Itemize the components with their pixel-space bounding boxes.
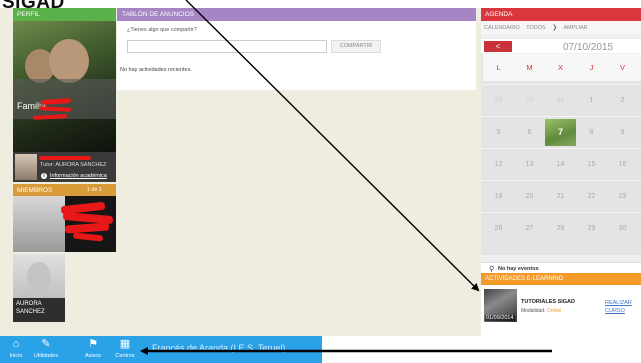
bulletin-header: TABLÓN DE ANUNCIOS (117, 8, 476, 21)
calendar-day-today[interactable]: 7 (545, 119, 576, 146)
calendar-row-divider (481, 84, 641, 85)
calendar-day[interactable]: 27 (514, 215, 545, 242)
calendar-day[interactable]: 9 (607, 119, 638, 146)
redaction-mark (39, 156, 91, 160)
member-name: AURORA SANCHEZ (13, 298, 65, 322)
nav-item-inicio[interactable]: ⌂ Inicio (2, 336, 30, 363)
calendar-day[interactable]: 8 (576, 119, 607, 146)
course-title: TUTORIALES SIGAD (521, 299, 575, 305)
member-photo[interactable] (13, 196, 65, 252)
link-line: REALIZAR (605, 300, 632, 306)
members-panel: MIEMBROS 1 de 1 (13, 184, 116, 252)
school-name: Francés de Aranda (I.E.S. Teruel) (152, 343, 286, 353)
share-input[interactable] (127, 40, 327, 53)
weekday-header: M (514, 54, 545, 81)
no-events-text: No hay eventos (498, 266, 539, 272)
calendar-day[interactable]: 29 (576, 215, 607, 242)
home-icon: ⌂ (12, 338, 20, 350)
course-date: 01/09/2014 (485, 315, 515, 321)
calendar-grid: LMXJVS2829301235678910121314151617192021… (481, 54, 641, 255)
redaction-mark (32, 114, 68, 120)
nav-item-utilidades[interactable]: ✎ Utilidades (31, 336, 61, 363)
calendar-day[interactable]: 21 (545, 183, 576, 210)
calendar-tab[interactable]: CALENDARIO (484, 25, 520, 31)
agenda-toolbar: CALENDARIO TODOS ❯ AMPLIAR (481, 21, 641, 34)
nav-item-centros[interactable]: ▦ Centros (110, 336, 140, 363)
modality-label: Modalidad: (521, 308, 546, 314)
photo-figure (49, 39, 89, 83)
app-logo-text: SIGAD (2, 0, 65, 8)
calendar-day[interactable]: 30 (545, 87, 576, 114)
nav-label: Avisos (84, 353, 102, 359)
weekday-header: X (545, 54, 576, 81)
calendar-day[interactable]: 19 (483, 183, 514, 210)
profile-header: PERFIL (13, 8, 116, 21)
filter-select[interactable]: TODOS (526, 25, 545, 31)
agenda-header: AGENDA (481, 8, 641, 21)
calendar-date: 07/10/2015 (563, 42, 614, 53)
calendar-day[interactable]: 28 (545, 215, 576, 242)
share-button[interactable]: COMPARTIR (331, 40, 381, 53)
members-count: 1 de 1 (86, 187, 102, 193)
tutor-avatar[interactable] (15, 154, 37, 180)
calendar-day[interactable]: 13 (514, 151, 545, 178)
top-header: SIGAD (0, 0, 641, 8)
elearning-panel: ACTIVIDADES E-LEARNING 01/09/2014 TUTORI… (481, 273, 641, 339)
calendar-row-divider (481, 148, 641, 149)
course-modality: Modalidad: Online (521, 308, 561, 314)
calendar-nav: < 07/10/2015 (481, 39, 641, 53)
calendar-day[interactable]: 28 (483, 87, 514, 114)
link-line: CURSO (605, 308, 625, 314)
calendar-day[interactable]: 30 (607, 215, 638, 242)
calendar-row-divider (481, 116, 641, 117)
calendar-day[interactable]: 23 (607, 183, 638, 210)
flag-icon: ⚑ (88, 338, 98, 350)
nav-label: Inicio (9, 353, 23, 359)
agenda-panel: AGENDA CALENDARIO TODOS ❯ AMPLIAR < 07/1… (481, 8, 641, 266)
calendar-day[interactable]: 15 (576, 151, 607, 178)
nav-item-avisos[interactable]: ⚑ Avisos (80, 336, 106, 363)
bottom-nav-bar: ⌂ Inicio ✎ Utilidades ⚑ Avisos ▦ Centros… (0, 336, 322, 363)
weekday-header: L (483, 54, 514, 81)
calendar-day[interactable]: 16 (607, 151, 638, 178)
calendar-day[interactable]: 1 (576, 87, 607, 114)
prev-month-button[interactable]: < (484, 41, 512, 52)
calendar-day[interactable]: 29 (514, 87, 545, 114)
nav-label: Centros (115, 353, 135, 359)
tutor-label: Tutor: AURORA SANCHEZ (40, 162, 107, 168)
calendar-day[interactable]: 14 (545, 151, 576, 178)
expand-button[interactable]: AMPLIAR (563, 25, 587, 31)
calendar-row-divider (481, 180, 641, 181)
calendar-day[interactable]: 20 (514, 183, 545, 210)
elearning-header: ACTIVIDADES E-LEARNING (481, 273, 641, 285)
member-card[interactable]: AURORA SANCHEZ (13, 254, 65, 322)
calendar-day[interactable]: 26 (483, 215, 514, 242)
calendar-row-divider (481, 212, 641, 213)
calendar-day[interactable]: 5 (483, 119, 514, 146)
calendar-day[interactable]: 6 (514, 119, 545, 146)
pencil-icon: ✎ (41, 338, 51, 350)
building-icon: ▦ (119, 338, 131, 350)
profile-panel: PERFIL Familia Tutor: AURORA SANCHEZ i I… (13, 8, 116, 182)
family-photo[interactable]: Familia (13, 21, 116, 152)
calendar-day[interactable]: 12 (483, 151, 514, 178)
pin-icon: ⚲ (489, 266, 495, 273)
tutor-row: Tutor: AURORA SANCHEZ i Información acad… (13, 152, 116, 182)
calendar-day[interactable]: 22 (576, 183, 607, 210)
avatar (27, 262, 51, 292)
chevron-down-icon[interactable]: ❯ (552, 24, 557, 31)
members-title: MIEMBROS (17, 187, 53, 194)
info-icon: i (41, 173, 47, 179)
weekday-header: J (576, 54, 607, 81)
weekday-header: V (607, 54, 638, 81)
share-prompt: ¿Tienes algo que compartir? (127, 27, 197, 33)
modality-value: Online (546, 308, 562, 314)
nav-label: Utilidades (33, 353, 59, 359)
take-course-link[interactable]: REALIZAR CURSO (605, 299, 632, 315)
empty-activity-text: No hay actividades recientes. (120, 67, 192, 73)
bulletin-board-panel: TABLÓN DE ANUNCIOS ¿Tienes algo que comp… (117, 8, 476, 90)
calendar-day[interactable]: 2 (607, 87, 638, 114)
academic-info-link[interactable]: Información académica (50, 173, 107, 179)
